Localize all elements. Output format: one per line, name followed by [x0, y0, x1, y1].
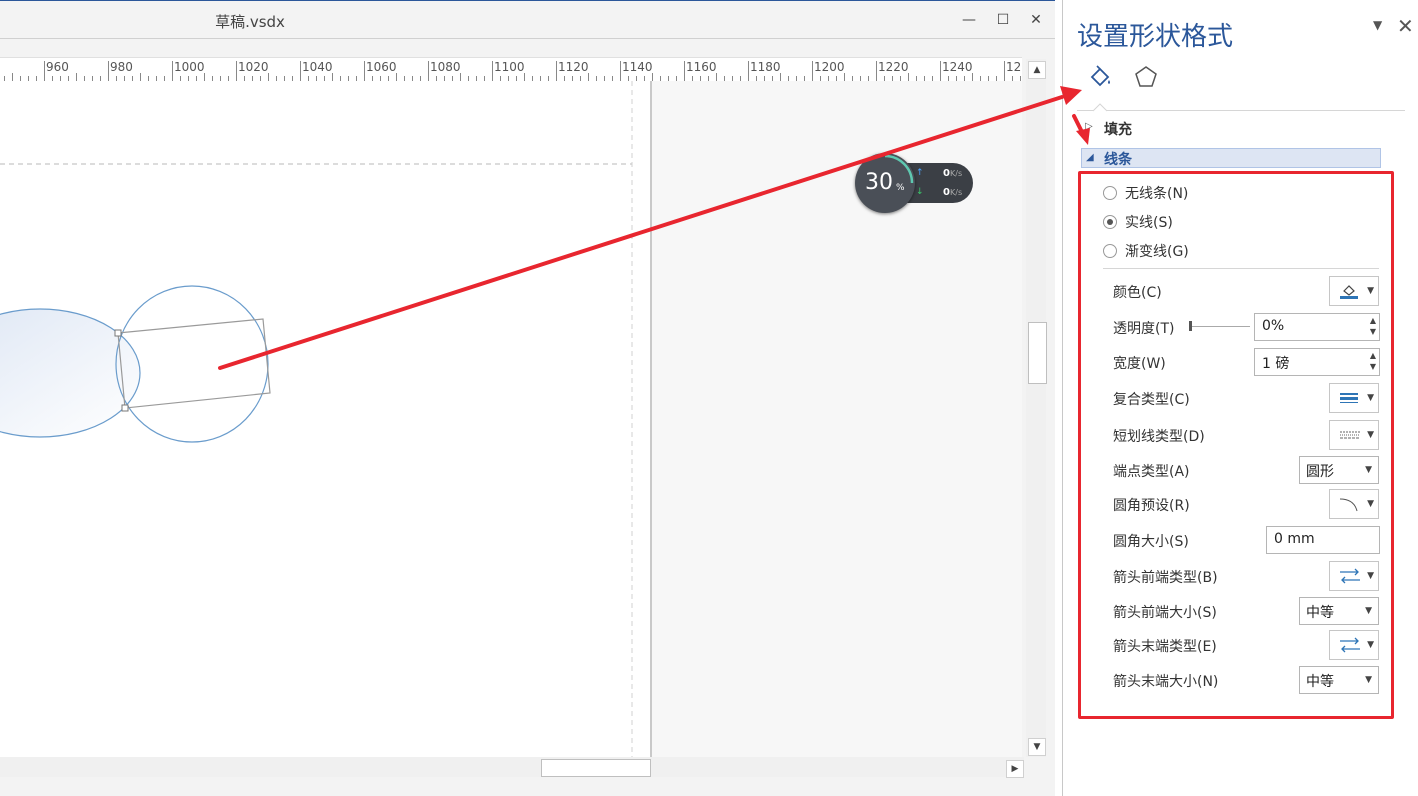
fill-line-icon[interactable]: [1087, 64, 1113, 90]
selected-rectangle[interactable]: [117, 318, 271, 409]
network-speed-widget[interactable]: ↑ 0 K/s ↓ 0 K/s 30 %: [855, 153, 975, 213]
ruler-tick: [972, 73, 973, 81]
ruler-tick: [332, 73, 333, 81]
ruler-tick: [684, 61, 685, 81]
ruler-tick: [236, 61, 237, 81]
section-line-label: 线条: [1104, 152, 1132, 168]
drawing-window: 草稿.vsdx — ☐ ✕ 960 980 1000 1020 1040 1060 1080…: [0, 0, 1055, 796]
ruler-tick: [716, 73, 717, 81]
ruler-label: 1100: [494, 60, 525, 74]
document-title: 草稿.vsdx: [215, 13, 285, 31]
ruler-tick: [396, 73, 397, 81]
download-arrow-icon: ↓: [916, 187, 924, 197]
ruler-tick: [556, 61, 557, 81]
ruler-tick: [876, 61, 877, 81]
ruler-label: 1040: [302, 60, 333, 74]
selection-handle[interactable]: [114, 329, 122, 337]
ruler-tick: [652, 73, 653, 81]
active-tab-caret: [1093, 103, 1107, 112]
ruler-tick: [492, 61, 493, 81]
ruler-label: 1200: [814, 60, 845, 74]
panel-title: 设置形状格式: [1077, 22, 1234, 52]
ruler-label: 126: [1006, 60, 1022, 74]
ruler-tick: [172, 61, 173, 81]
ruler-tick: [524, 73, 525, 81]
ruler-label: 1220: [878, 60, 909, 74]
selection-handle[interactable]: [121, 404, 129, 412]
section-line[interactable]: ◢ 线条: [1081, 148, 1381, 168]
dropdown-triangle-icon[interactable]: ▼: [1373, 18, 1382, 32]
ruler-label: 1120: [558, 60, 589, 74]
ruler-label: 1240: [942, 60, 973, 74]
maximize-icon[interactable]: ☐: [992, 10, 1014, 30]
upload-value: 0: [943, 168, 950, 179]
scroll-right-icon[interactable]: ▶: [1006, 760, 1024, 778]
ruler-tick: [76, 73, 77, 81]
ruler-tick: [204, 73, 205, 81]
ruler-label: 1020: [238, 60, 269, 74]
net-percent: 30: [865, 170, 893, 195]
upload-unit: K/s: [950, 169, 963, 178]
ruler-tick: [844, 73, 845, 81]
ruler-label: 960: [46, 60, 69, 74]
ruler-tick: [940, 61, 941, 81]
ruler-label: 1160: [686, 60, 717, 74]
tab-separator: [1077, 110, 1405, 111]
section-fill-label: 填充: [1104, 122, 1132, 138]
ruler-label: 1140: [622, 60, 653, 74]
upload-arrow-icon: ↑: [916, 168, 924, 178]
window-top-border: [0, 0, 1055, 1]
ruler-tick: [812, 61, 813, 81]
ruler-tick: [140, 73, 141, 81]
collapse-arrow-icon: ◢: [1086, 152, 1094, 163]
download-unit: K/s: [950, 188, 963, 197]
ruler-tick: [620, 61, 621, 81]
annotation-highlight-box: [1078, 171, 1394, 719]
scroll-down-icon[interactable]: ▼: [1028, 738, 1046, 756]
ruler-tick: [364, 61, 365, 81]
close-icon[interactable]: ✕: [1397, 14, 1414, 38]
horizontal-scroll-thumb[interactable]: [541, 759, 651, 777]
ruler-label: 980: [110, 60, 133, 74]
minimize-icon[interactable]: —: [958, 10, 980, 30]
ruler-tick: [1004, 61, 1005, 81]
title-divider: [0, 38, 1055, 39]
ruler-tick: [108, 61, 109, 81]
ruler-tick: [460, 73, 461, 81]
net-percent-circle: 30 %: [855, 153, 915, 213]
net-percent-sign: %: [896, 183, 905, 193]
ruler-tick: [428, 61, 429, 81]
expand-arrow-icon: ▷: [1085, 121, 1093, 132]
ruler-label: 1000: [174, 60, 205, 74]
shape-pentagon-icon[interactable]: [1133, 64, 1159, 90]
ruler-label: 1060: [366, 60, 397, 74]
ellipse-shape[interactable]: [0, 308, 141, 438]
ruler-tick: [300, 61, 301, 81]
vertical-scrollbar[interactable]: [1026, 59, 1046, 757]
horizontal-scrollbar[interactable]: [0, 757, 1024, 777]
close-icon[interactable]: ✕: [1025, 10, 1047, 30]
ruler-tick: [12, 73, 13, 81]
scroll-up-icon[interactable]: ▲: [1028, 61, 1046, 79]
download-value: 0: [943, 187, 950, 198]
ruler-tick: [44, 61, 45, 81]
ruler-label: 1180: [750, 60, 781, 74]
ruler-label: 1080: [430, 60, 461, 74]
ruler-tick: [748, 61, 749, 81]
ruler-tick: [268, 73, 269, 81]
ruler-tick: [588, 73, 589, 81]
horizontal-ruler: 960 980 1000 1020 1040 1060 1080 1100 1120 1140 11…: [0, 57, 1022, 82]
vertical-scroll-thumb[interactable]: [1028, 322, 1047, 384]
ruler-tick: [780, 73, 781, 81]
ruler-tick: [908, 73, 909, 81]
